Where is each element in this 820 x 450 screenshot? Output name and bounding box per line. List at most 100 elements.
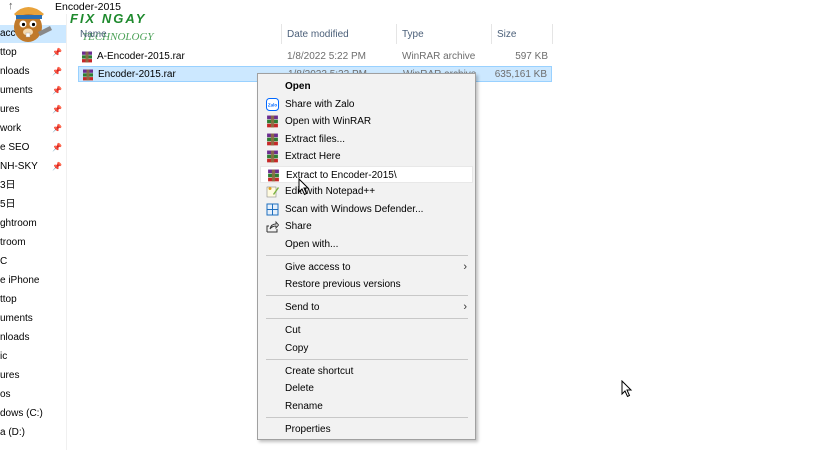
nav-item-label: ghtroom <box>0 218 37 229</box>
menu-item-extract-here[interactable]: Extract Here <box>260 148 473 165</box>
nav-item[interactable]: NH-SKY <box>0 158 38 176</box>
menu-item-label: Extract Here <box>285 151 341 162</box>
pin-icon[interactable]: 📌 <box>52 63 62 81</box>
column-header-size[interactable]: Size <box>497 26 516 44</box>
menu-item-give-access-to[interactable]: Give access to › <box>260 259 473 276</box>
nav-item[interactable]: ic <box>0 348 7 366</box>
logo-text-main: FIX NGAY <box>70 11 146 26</box>
menu-item-restore-previous-versions[interactable]: Restore previous versions <box>260 276 473 293</box>
menu-item-label: Delete <box>285 383 314 394</box>
nav-item-label: troom <box>0 237 26 248</box>
nav-item[interactable]: ghtroom <box>0 215 37 233</box>
nav-item[interactable]: e SEO <box>0 139 29 157</box>
nav-item[interactable]: dows (C:) <box>0 405 43 423</box>
menu-item-cut[interactable]: Cut <box>260 322 473 339</box>
nav-item-label: 3日 <box>0 180 16 191</box>
nav-item[interactable]: nloads <box>0 63 29 81</box>
menu-item-label: Create shortcut <box>285 365 354 377</box>
file-date: 1/8/2022 5:22 PM <box>287 51 366 62</box>
column-divider[interactable] <box>491 24 492 44</box>
nav-item[interactable]: C <box>0 253 7 271</box>
menu-item-label: Rename <box>285 400 323 412</box>
mouse-cursor-icon <box>298 178 310 196</box>
column-header-type[interactable]: Type <box>402 26 424 44</box>
menu-separator <box>266 318 468 319</box>
notepadpp-icon <box>266 185 279 198</box>
chevron-right-icon: › <box>463 260 467 273</box>
nav-item[interactable]: 5日 <box>0 196 16 214</box>
nav-item-label: os <box>0 389 11 400</box>
nav-item-label: uments <box>0 85 33 96</box>
winrar-icon <box>267 169 280 182</box>
nav-item-label: ic <box>0 351 8 362</box>
menu-separator <box>266 295 468 296</box>
navigation-pane[interactable]: acc ttop 📌 nloads 📌 uments 📌 ures 📌 work 📌 e SEO 📌 NH… <box>0 14 67 450</box>
mouse-cursor-icon <box>621 380 633 398</box>
file-size: 597 KB <box>515 51 548 62</box>
file-row[interactable]: A-Encoder-2015.rar 1/8/2022 5:22 PM WinRAR… <box>78 49 552 65</box>
defender-icon <box>266 203 279 216</box>
menu-item-label: Share with Zalo <box>285 98 355 110</box>
nav-item[interactable]: os <box>0 386 11 404</box>
file-name: Encoder-2015.rar <box>98 69 176 80</box>
nav-item-label: ures <box>0 370 20 381</box>
menu-item-properties[interactable]: Properties <box>260 421 473 438</box>
menu-item-label: Extract files... <box>285 133 346 145</box>
share-icon <box>266 220 280 233</box>
nav-item[interactable]: work <box>0 120 21 138</box>
nav-item[interactable]: a (D:) <box>0 424 25 442</box>
menu-item-scan-with-windows-defender[interactable]: Scan with Windows Defender... <box>260 201 473 218</box>
nav-item-label: dows (C:) <box>0 408 43 419</box>
menu-item-label: Share <box>285 221 312 232</box>
nav-item-label: e iPhone <box>0 275 40 286</box>
nav-item[interactable]: nloads <box>0 329 29 347</box>
winrar-icon <box>266 115 279 128</box>
nav-item-label: nloads <box>0 332 30 343</box>
nav-item[interactable]: ttop <box>0 291 17 309</box>
column-header-date[interactable]: Date modified <box>287 26 349 44</box>
zalo-icon: Zalo <box>266 97 279 111</box>
winrar-archive-icon <box>81 51 93 63</box>
menu-item-edit-with-notepad[interactable]: Edit with Notepad++ <box>260 183 473 200</box>
nav-item[interactable]: ures <box>0 367 19 385</box>
nav-item-label: uments <box>0 313 33 324</box>
menu-item-extract-to-encoder-2015[interactable]: Extract to Encoder-2015\ <box>260 165 473 183</box>
menu-item-label: Give access to <box>285 261 351 273</box>
file-size: 635,161 KB <box>494 69 547 80</box>
nav-item[interactable]: e iPhone <box>0 272 39 290</box>
nav-item[interactable]: uments <box>0 310 33 328</box>
nav-item[interactable]: ures <box>0 101 19 119</box>
pin-icon[interactable]: 📌 <box>52 139 62 157</box>
nav-item-label: C <box>0 256 8 267</box>
pin-icon[interactable]: 📌 <box>52 82 62 100</box>
menu-item-open-with-winrar[interactable]: Open with WinRAR <box>260 113 473 130</box>
menu-item-share-with-zalo[interactable]: Zalo Share with Zalo <box>260 96 473 113</box>
pin-icon[interactable]: 📌 <box>52 158 62 176</box>
menu-item-extract-files[interactable]: Extract files... <box>260 131 473 148</box>
pin-icon[interactable]: 📌 <box>52 101 62 119</box>
column-header-name[interactable]: Name <box>80 26 107 44</box>
menu-item-send-to[interactable]: Send to › <box>260 299 473 316</box>
pin-icon[interactable]: 📌 <box>52 120 62 138</box>
menu-item-open-with[interactable]: Open with... <box>260 236 473 253</box>
menu-item-create-shortcut[interactable]: Create shortcut <box>260 363 473 380</box>
menu-item-share[interactable]: Share <box>260 218 473 235</box>
menu-item-delete[interactable]: Delete <box>260 380 473 397</box>
nav-item[interactable]: uments <box>0 82 33 100</box>
winrar-icon <box>266 150 279 163</box>
menu-item-open[interactable]: Open <box>260 78 473 95</box>
menu-item-rename[interactable]: Rename <box>260 398 473 415</box>
column-divider[interactable] <box>552 24 553 44</box>
menu-item-label: Open <box>285 81 311 92</box>
winrar-icon <box>266 133 279 146</box>
file-type: WinRAR archive <box>402 51 476 62</box>
menu-item-label: Cut <box>285 325 301 336</box>
context-menu: Open Zalo Share with Zalo Open with WinRAR E… <box>257 73 476 440</box>
column-divider[interactable] <box>281 24 282 44</box>
nav-item-label: a (D:) <box>0 427 25 438</box>
nav-item-label: nloads <box>0 66 30 77</box>
menu-item-copy[interactable]: Copy <box>260 340 473 357</box>
column-divider[interactable] <box>396 24 397 44</box>
nav-item[interactable]: 3日 <box>0 177 16 195</box>
nav-item[interactable]: troom <box>0 234 26 252</box>
